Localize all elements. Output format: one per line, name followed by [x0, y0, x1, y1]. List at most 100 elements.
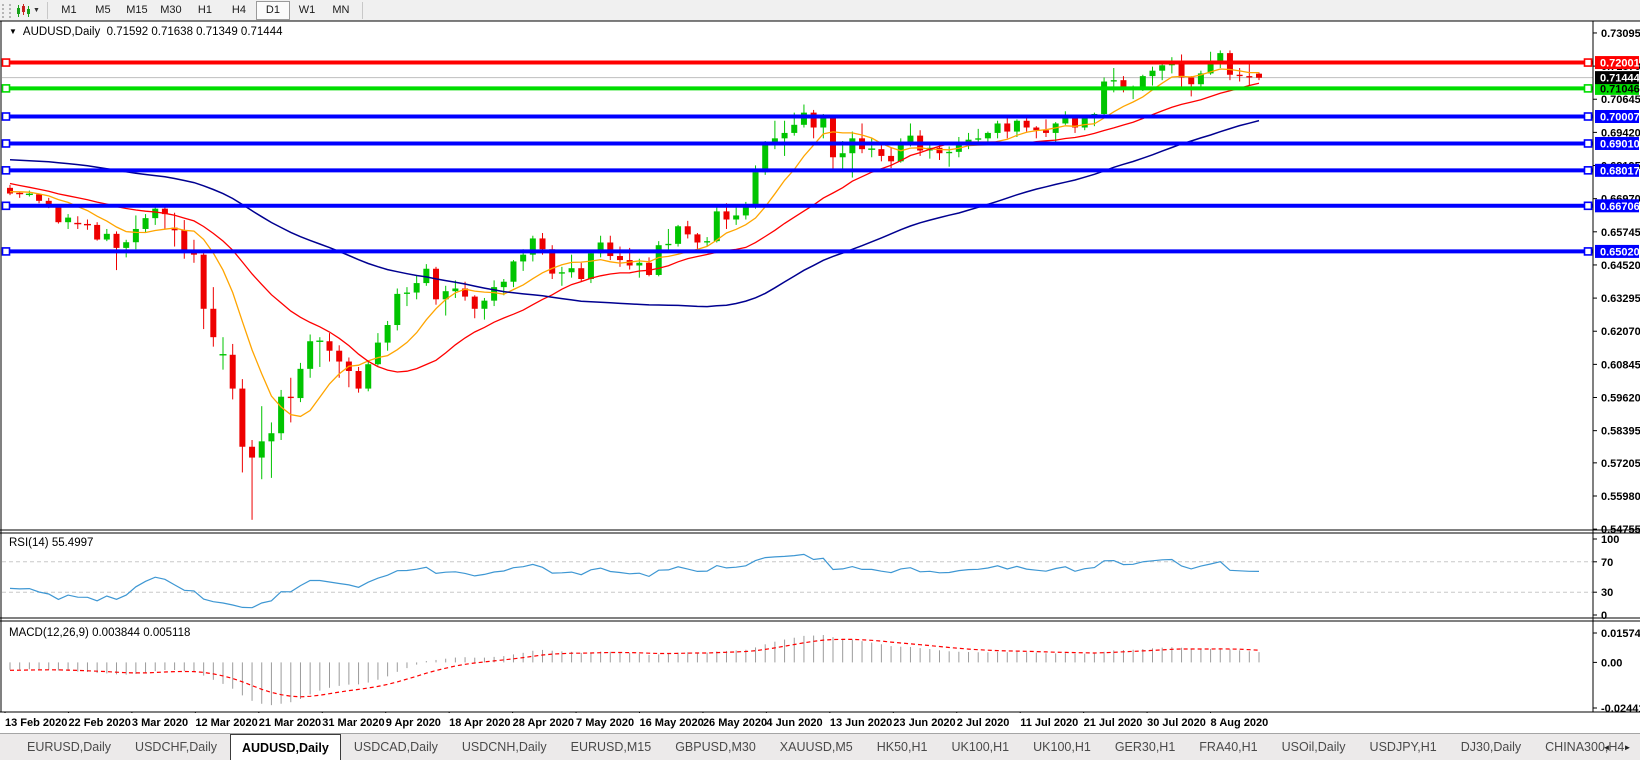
level-price-label-text: 0.65020 [1600, 246, 1640, 258]
level-line-handle[interactable] [1585, 59, 1592, 66]
price-level-line-0.71046[interactable] [2, 85, 1593, 92]
candle-body [1159, 65, 1165, 70]
level-line-handle[interactable] [1585, 85, 1592, 92]
candle-body [569, 268, 575, 272]
chart-tab-fra40-h1[interactable]: FRA40,H1 [1188, 734, 1268, 760]
tab-scroll-right-button[interactable]: ► [1617, 736, 1638, 757]
candle-body [201, 255, 207, 309]
level-line-handle[interactable] [3, 202, 10, 209]
moving-average-8 [10, 69, 1259, 416]
candle-body [268, 433, 274, 441]
candle-body [801, 113, 807, 125]
price-level-line-0.69010[interactable] [2, 140, 1593, 147]
date-axis[interactable]: 13 Feb 202022 Feb 20203 Mar 202012 Mar 2… [0, 713, 1640, 733]
price-tick-label: 0.70645 [1601, 94, 1640, 106]
date-axis-label: 2 Jul 2020 [957, 717, 1010, 729]
candle-body [239, 389, 245, 447]
price-level-line-0.72001[interactable] [2, 59, 1593, 66]
candle-body [327, 341, 333, 350]
chart-tab-ger30-h1[interactable]: GER30,H1 [1104, 734, 1186, 760]
candle-body [249, 447, 255, 458]
level-price-label: 0.65020 [1595, 245, 1640, 259]
level-price-label-text: 0.69010 [1600, 138, 1640, 150]
candle-body [1188, 77, 1194, 84]
level-line-handle[interactable] [1585, 248, 1592, 255]
chart-tab-uk100-h1[interactable]: UK100,H1 [1022, 734, 1102, 760]
level-price-label: 0.69010 [1595, 137, 1640, 151]
rsi-axis-label: 30 [1601, 587, 1613, 599]
level-line-handle[interactable] [1585, 140, 1592, 147]
candle-body [433, 269, 439, 300]
date-axis-label: 8 Aug 2020 [1211, 717, 1269, 729]
candle-body [878, 149, 884, 156]
level-line-handle[interactable] [3, 140, 10, 147]
moving-average-55 [10, 121, 1259, 307]
chart-tab-eurusd-daily[interactable]: EURUSD,Daily [16, 734, 122, 760]
candle-body [336, 351, 342, 362]
candle-body [1101, 82, 1107, 114]
level-line-handle[interactable] [1585, 167, 1592, 174]
candle-body [472, 297, 478, 309]
tab-scroll-left-button[interactable]: ◄ [1596, 736, 1617, 757]
level-price-label-text: 0.66706 [1600, 201, 1640, 213]
price-tick-label: 0.64520 [1601, 260, 1640, 272]
candles [7, 50, 1262, 519]
candle-body [104, 234, 110, 240]
level-line-handle[interactable] [1585, 202, 1592, 209]
candle-body [152, 209, 158, 218]
level-line-handle[interactable] [3, 85, 10, 92]
price-level-line-0.70007[interactable] [2, 113, 1593, 120]
chart-menu-triangle-icon[interactable]: ▼ [9, 27, 17, 36]
chart-tab-audusd-daily[interactable]: AUDUSD,Daily [230, 734, 341, 760]
candle-body [995, 123, 1001, 132]
candle-body [385, 325, 391, 343]
chart-tab-gbpusd-m30[interactable]: GBPUSD,M30 [664, 734, 767, 760]
level-line-handle[interactable] [3, 248, 10, 255]
candle-body [1082, 118, 1088, 127]
candle-body [617, 256, 623, 260]
level-price-label-text: 0.70007 [1600, 112, 1640, 124]
level-price-label: 0.68017 [1595, 164, 1640, 178]
chart-tab-hk50-h1[interactable]: HK50,H1 [866, 734, 939, 760]
candle-body [888, 156, 894, 161]
level-line-handle[interactable] [3, 59, 10, 66]
candle-body [356, 371, 362, 389]
candle-body [36, 194, 42, 200]
level-line-handle[interactable] [3, 113, 10, 120]
chart-tab-dj30-daily[interactable]: DJ30,Daily [1450, 734, 1532, 760]
candle-body [143, 218, 149, 229]
candle-body [1111, 80, 1117, 81]
chart-tab-usdcad-daily[interactable]: USDCAD,Daily [343, 734, 449, 760]
price-level-line-0.68017[interactable] [2, 167, 1593, 174]
candle-body [307, 341, 313, 369]
chart-canvas[interactable]: 10070300 0.0157410.00-0.024412 0.730950.… [0, 0, 1640, 713]
candle-body [7, 188, 13, 194]
level-price-label: 0.70007 [1595, 110, 1640, 124]
candle-body [1014, 121, 1020, 132]
level-price-label-text: 0.71046 [1600, 83, 1640, 95]
candle-body [452, 288, 458, 291]
candle-body [510, 261, 516, 281]
date-axis-label: 31 Mar 2020 [322, 717, 384, 729]
candle-body [1043, 130, 1049, 133]
macd-axis-label: 0.015741 [1601, 628, 1640, 640]
chart-tab-eurusd-m15[interactable]: EURUSD,M15 [560, 734, 663, 760]
candle-body [540, 238, 546, 249]
level-line-handle[interactable] [1585, 113, 1592, 120]
chart-tab-usdjpy-h1[interactable]: USDJPY,H1 [1359, 734, 1448, 760]
level-line-handle[interactable] [3, 167, 10, 174]
chart-tab-bar: EURUSD,DailyUSDCHF,DailyAUDUSD,DailyUSDC… [0, 733, 1640, 760]
chart-tab-uk100-h1[interactable]: UK100,H1 [940, 734, 1020, 760]
candle-body [501, 282, 507, 287]
date-axis-label: 16 May 2020 [640, 717, 704, 729]
chart-tab-xauusd-m5[interactable]: XAUUSD,M5 [769, 734, 864, 760]
candle-body [840, 153, 846, 157]
candle-body [975, 138, 981, 139]
date-axis-label: 7 May 2020 [576, 717, 634, 729]
chart-tab-usdcnh-daily[interactable]: USDCNH,Daily [451, 734, 558, 760]
chart-tab-usdchf-daily[interactable]: USDCHF,Daily [124, 734, 228, 760]
chart-tab-usoil-daily[interactable]: USOil,Daily [1271, 734, 1357, 760]
price-level-line-0.65020[interactable] [2, 248, 1593, 255]
date-axis-label: 3 Mar 2020 [132, 717, 188, 729]
candle-body [685, 226, 691, 234]
